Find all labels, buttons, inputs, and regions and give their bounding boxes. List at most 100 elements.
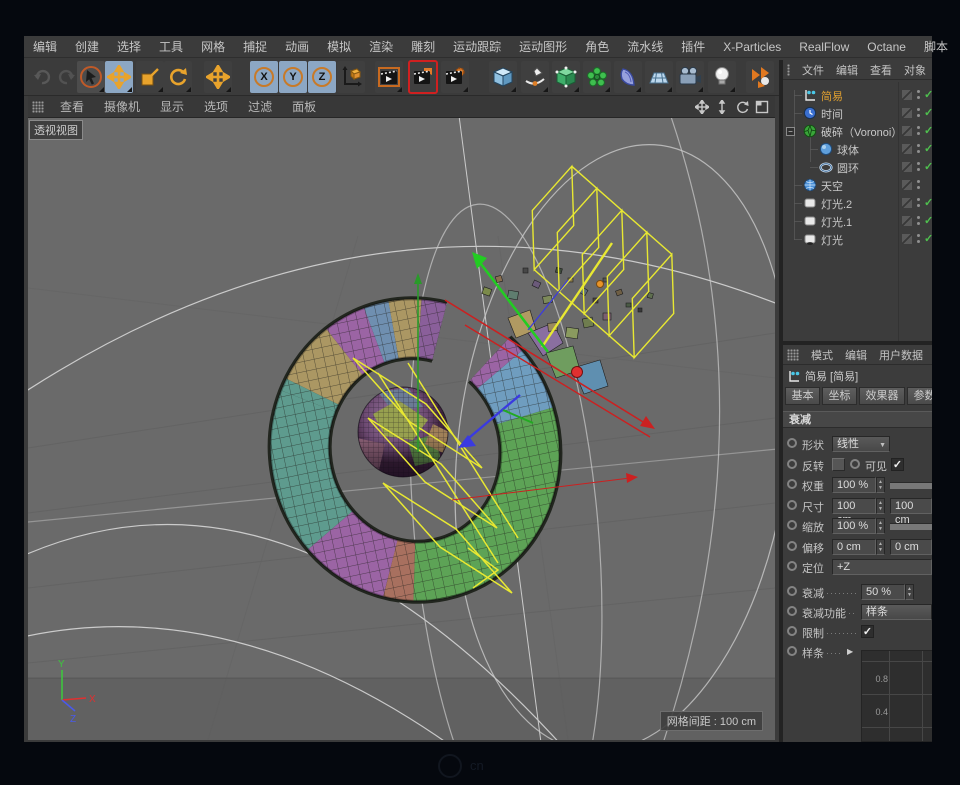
menu-mesh[interactable]: 网格 [192,36,234,58]
interface-expand-button[interactable] [746,61,774,93]
enable-check-icon[interactable]: ✓ [924,232,932,245]
menu-create[interactable]: 创建 [66,36,108,58]
panel-handle-icon[interactable] [787,63,790,76]
weight-slider[interactable] [890,482,932,489]
viewport-menu-display[interactable]: 显示 [150,96,194,118]
live-selection-button[interactable] [77,61,105,93]
om-menu-object[interactable]: 对象 [898,62,932,78]
object-row-voronoi-fracture[interactable]: − 破碎（Voronoi） ✓ [783,122,932,140]
render-to-picture-viewer-button[interactable] [408,60,438,94]
toggle-panel-icon[interactable] [755,100,769,114]
visibility-dots[interactable] [917,198,921,208]
om-menu-view[interactable]: 查看 [864,62,898,78]
menu-animate[interactable]: 动画 [276,36,318,58]
tab-effector[interactable]: 效果器 [859,387,905,405]
scale-stepper[interactable]: ▲ ▼ [876,518,885,534]
pan-view-icon[interactable] [695,99,709,114]
keyframe-circle[interactable] [787,541,797,551]
tab-parameters[interactable]: 参数 [907,387,932,405]
am-menu-mode[interactable]: 模式 [805,347,839,363]
enable-check-icon[interactable]: ✓ [924,160,932,173]
layer-toggle[interactable] [902,216,912,226]
rotate-tool-button[interactable] [164,61,192,93]
y-axis-lock-button[interactable]: Y [279,61,307,93]
enable-check-icon[interactable]: ✓ [924,214,932,227]
viewport-menu-view[interactable]: 查看 [50,96,94,118]
menu-character[interactable]: 角色 [576,36,618,58]
menu-pipeline[interactable]: 流水线 [618,36,672,58]
om-menu-file[interactable]: 文件 [796,62,830,78]
menu-motion-tracker[interactable]: 运动跟踪 [444,36,510,58]
keyframe-circle[interactable] [787,606,797,616]
menu-render[interactable]: 渲染 [360,36,402,58]
orientation-field[interactable]: +Z [832,559,932,575]
am-menu-userdata[interactable]: 用户数据 [873,347,929,363]
mograph-button[interactable] [583,61,611,93]
keyframe-circle[interactable] [787,459,797,469]
keyframe-circle[interactable] [787,479,797,489]
size-x-field[interactable]: 100 cm [832,498,876,526]
spline-graph[interactable]: 0.8 0.4 [861,650,932,742]
layer-toggle[interactable] [902,180,912,190]
object-row-sky[interactable]: 天空 [783,176,932,194]
rotate-view-icon[interactable] [735,100,749,114]
offset-stepper[interactable]: ▲ ▼ [876,539,885,555]
visibility-dots[interactable] [917,108,921,118]
menu-plugins[interactable]: 插件 [672,36,714,58]
z-axis-lock-button[interactable]: Z [308,61,336,93]
deformer-button[interactable] [614,61,642,93]
menu-snap[interactable]: 捕捉 [234,36,276,58]
light-button[interactable] [708,61,736,93]
menu-simulate[interactable]: 模拟 [318,36,360,58]
layer-toggle[interactable] [902,234,912,244]
object-row-light1[interactable]: 灯光.1 ✓ [783,212,932,230]
object-row-light[interactable]: 灯光 ✓ [783,230,932,248]
view-label[interactable]: 透视视图 [29,120,83,140]
weight-stepper[interactable]: ▲ ▼ [876,477,885,493]
expand-arrow-icon[interactable]: ▶ [847,647,853,656]
object-row-sphere[interactable]: 球体 ✓ [783,140,932,158]
viewport-menu-camera[interactable]: 摄像机 [94,96,150,118]
add-cube-button[interactable] [489,61,517,93]
generator-cube-button[interactable] [552,61,580,93]
layer-toggle[interactable] [902,198,912,208]
scale-field[interactable]: 100 % [832,518,876,534]
enable-check-icon[interactable]: ✓ [924,124,932,137]
om-menu-edit[interactable]: 编辑 [830,62,864,78]
layer-toggle[interactable] [902,144,912,154]
last-tool-button[interactable] [204,61,232,93]
menu-mograph[interactable]: 运动图形 [510,36,576,58]
effector-handle-dot[interactable] [596,280,604,288]
menu-xparticles[interactable]: X-Particles [714,36,790,58]
keyframe-circle[interactable] [787,520,797,530]
tab-basic[interactable]: 基本 [785,387,820,405]
visibility-dots[interactable] [917,180,921,190]
layer-toggle[interactable] [902,90,912,100]
object-row-light2[interactable]: 灯光.2 ✓ [783,194,932,212]
object-row-torus[interactable]: 圆环 ✓ [783,158,932,176]
visibility-dots[interactable] [917,216,921,226]
render-settings-button[interactable] [441,61,469,93]
object-row-effector[interactable]: 简易 ✓ [783,86,932,104]
keyframe-circle[interactable] [850,459,860,469]
enable-check-icon[interactable]: ✓ [924,142,932,155]
falloff-function-dropdown[interactable]: 样条 [861,604,932,620]
enable-check-icon[interactable]: ✓ [924,106,932,119]
viewport-menu-panel[interactable]: 面板 [282,96,326,118]
menu-tools[interactable]: 工具 [150,36,192,58]
shape-dropdown[interactable]: 线性 ▼ [832,436,890,452]
visibility-dots[interactable] [917,144,921,154]
falloff-field[interactable]: 50 % [861,584,905,600]
undo-button[interactable] [28,61,56,93]
menu-octane[interactable]: Octane [858,36,915,58]
falloff-stepper[interactable]: ▲ ▼ [905,584,914,600]
viewport-menu-filter[interactable]: 过滤 [238,96,282,118]
enable-check-icon[interactable]: ✓ [924,196,932,209]
zoom-view-icon[interactable] [715,99,729,114]
offset-x-field[interactable]: 0 cm [832,539,876,555]
tab-coordinates[interactable]: 坐标 [822,387,857,405]
enable-check-icon[interactable]: ✓ [924,88,932,101]
keyframe-circle[interactable] [787,586,797,596]
viewport-menu-options[interactable]: 选项 [194,96,238,118]
panel-handle-icon[interactable] [32,100,44,113]
